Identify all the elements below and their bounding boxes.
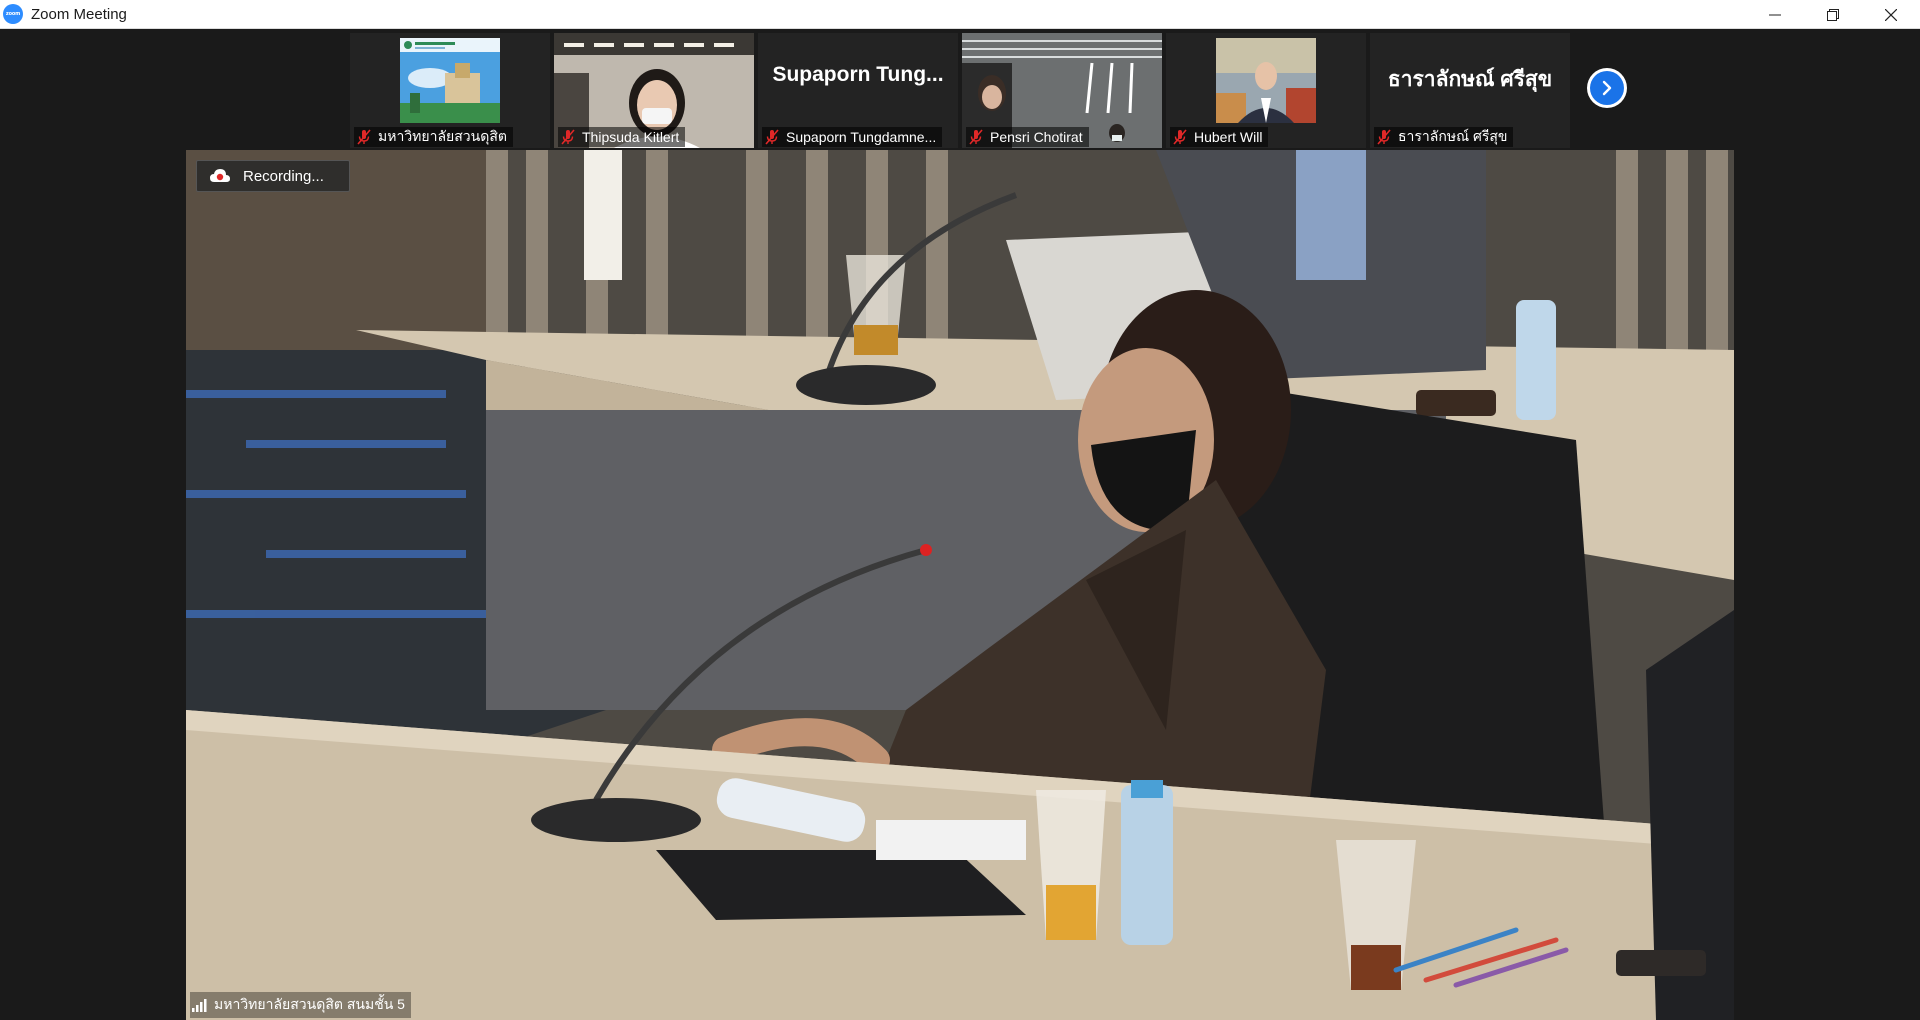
participant-tile[interactable]: Pensri Chotirat xyxy=(962,33,1162,148)
signal-strength-icon xyxy=(192,999,207,1012)
participant-strip: มหาวิทยาลัยสวนดุสิต Thipsuda Kitlert Sup… xyxy=(0,30,1920,148)
minimize-button[interactable] xyxy=(1746,0,1804,29)
participant-name: Supaporn Tungdamne... xyxy=(786,129,937,145)
mic-muted-icon xyxy=(765,129,779,145)
participant-name: ธาราลักษณ์ ศรีสุข xyxy=(1398,128,1508,144)
participant-display-name: ธาราลักษณ์ ศรีสุข xyxy=(1387,68,1553,91)
participant-name: Pensri Chotirat xyxy=(990,129,1083,145)
participant-name: มหาวิทยาลัยสวนดุสิต xyxy=(378,128,507,144)
speaker-name: มหาวิทยาลัยสวนดุสิต สนมชั้น 5 xyxy=(214,996,405,1012)
participant-name: Thipsuda Kitlert xyxy=(582,129,680,145)
restore-button[interactable] xyxy=(1804,0,1862,29)
close-icon xyxy=(1885,8,1897,21)
window-controls xyxy=(1746,0,1920,29)
participant-tile[interactable]: ธาราลักษณ์ ศรีสุข ธาราลักษณ์ ศรีสุข xyxy=(1370,33,1570,148)
participant-tile[interactable]: Hubert Will xyxy=(1166,33,1366,148)
main-video[interactable]: Recording... มหาวิทยาลัยสวนดุสิต สนมชั้น… xyxy=(186,150,1734,1020)
university-building-image xyxy=(400,38,500,123)
participant-display-name: Supaporn Tung... xyxy=(772,63,944,86)
restore-icon xyxy=(1827,8,1839,21)
mic-muted-icon xyxy=(561,129,575,145)
window-title: Zoom Meeting xyxy=(31,5,127,23)
minimize-icon xyxy=(1769,14,1781,15)
mic-muted-icon xyxy=(1377,129,1391,145)
close-button[interactable] xyxy=(1862,0,1920,29)
speaker-label: มหาวิทยาลัยสวนดุสิต สนมชั้น 5 xyxy=(190,992,411,1018)
next-page-button[interactable] xyxy=(1587,68,1627,108)
participant-tile[interactable]: Thipsuda Kitlert xyxy=(554,33,754,148)
participant-photo xyxy=(1216,38,1316,123)
participant-name: Hubert Will xyxy=(1194,129,1263,145)
mic-muted-icon xyxy=(969,129,983,145)
mic-muted-icon xyxy=(357,129,371,145)
zoom-logo-icon: zoom xyxy=(3,4,23,24)
meeting-room-video xyxy=(186,150,1734,1020)
recording-label: Recording... xyxy=(243,167,324,185)
recording-indicator[interactable]: Recording... xyxy=(196,160,350,192)
mic-muted-icon xyxy=(1173,129,1187,145)
participant-tile[interactable]: มหาวิทยาลัยสวนดุสิต xyxy=(350,33,550,148)
cloud-recording-icon xyxy=(210,169,230,182)
chevron-right-icon xyxy=(1602,80,1612,96)
participant-tile[interactable]: Supaporn Tung... Supaporn Tungdamne... xyxy=(758,33,958,148)
title-bar: zoom Zoom Meeting xyxy=(0,0,1920,29)
